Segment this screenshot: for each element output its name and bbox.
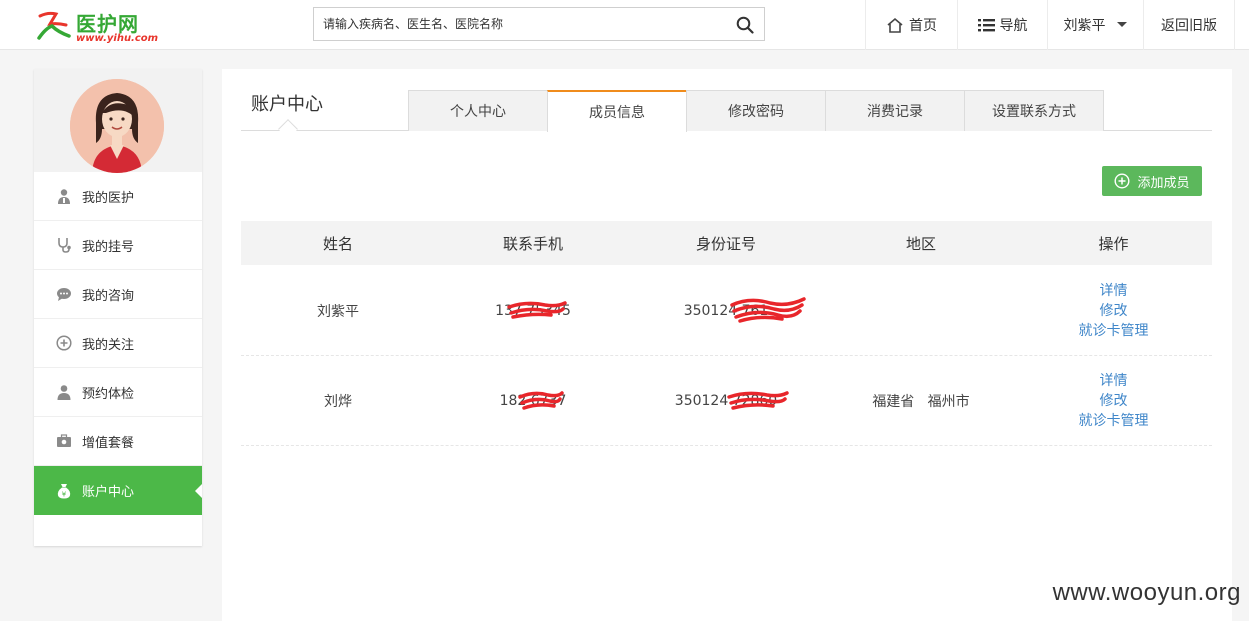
page-title: 账户中心 bbox=[251, 94, 323, 115]
edit-link[interactable]: 修改 bbox=[1061, 301, 1166, 321]
table-row: 刘紫平 137 75345 350124 761 详情 修改 就诊卡管理 bbox=[241, 266, 1212, 356]
member-phone-cell: 182 6737 bbox=[473, 390, 593, 410]
sidebar-item-registration[interactable]: 我的挂号 bbox=[34, 221, 202, 270]
edit-link[interactable]: 修改 bbox=[1061, 391, 1166, 411]
tab-change-password[interactable]: 修改密码 bbox=[686, 90, 826, 131]
medkit-icon bbox=[56, 433, 72, 449]
member-id-cell: 350124 761 bbox=[641, 296, 811, 323]
stethoscope-icon bbox=[56, 237, 72, 253]
sidebar-item-label: 预约体检 bbox=[82, 386, 135, 402]
col-phone: 联系手机 bbox=[502, 234, 563, 253]
sidebar-item-label: 我的咨询 bbox=[82, 288, 135, 304]
person-icon bbox=[56, 384, 72, 400]
nav-old-version-label: 返回旧版 bbox=[1161, 18, 1217, 34]
top-header: 医护网 www.yihu.com 首页 导航 刘紫平 返回旧版 bbox=[0, 0, 1249, 50]
member-phone: 182 6737 bbox=[499, 392, 567, 409]
sidebar-item-my-care[interactable]: 我的医护 bbox=[34, 172, 202, 221]
member-region: 福建省 福州市 bbox=[872, 393, 970, 410]
table-header: 姓名 联系手机 身份证号 地区 操作 bbox=[241, 221, 1212, 265]
sidebar-item-packages[interactable]: 增值套餐 bbox=[34, 417, 202, 466]
nav-home-label: 首页 bbox=[909, 18, 937, 34]
sidebar-item-label: 账户中心 bbox=[82, 485, 135, 500]
nav-user-menu[interactable]: 刘紫平 bbox=[1047, 0, 1143, 50]
tab-contact-settings[interactable]: 设置联系方式 bbox=[964, 90, 1104, 131]
money-bag-icon: ¥ bbox=[56, 483, 72, 499]
sidebar-item-account-center[interactable]: ¥ 账户中心 bbox=[34, 466, 202, 515]
details-link[interactable]: 详情 bbox=[1061, 281, 1166, 301]
avatar[interactable] bbox=[70, 79, 164, 173]
col-name: 姓名 bbox=[322, 234, 353, 253]
search-input[interactable] bbox=[314, 8, 714, 40]
watermark: www.wooyun.org bbox=[1052, 579, 1241, 606]
plus-circle-icon bbox=[56, 335, 72, 351]
sidebar-item-label: 我的挂号 bbox=[82, 239, 135, 255]
search-box bbox=[313, 7, 765, 41]
member-id-card: 350124 761 bbox=[683, 302, 769, 319]
member-id-card: 350124 72860 bbox=[674, 392, 778, 409]
home-icon bbox=[887, 17, 903, 33]
card-management-link[interactable]: 就诊卡管理 bbox=[1061, 321, 1166, 341]
user-avatar-icon bbox=[70, 79, 164, 173]
member-name: 刘紫平 bbox=[317, 303, 359, 320]
sidebar-item-checkup[interactable]: 预约体检 bbox=[34, 368, 202, 417]
sidebar: 我的医护 我的挂号 我的咨询 我的关注 预约体检 增值套餐 ¥ 账户中心 bbox=[34, 69, 202, 546]
member-phone: 137 75345 bbox=[495, 302, 571, 319]
sidebar-item-consult[interactable]: 我的咨询 bbox=[34, 270, 202, 319]
doctor-icon bbox=[56, 188, 72, 204]
caret-down-icon bbox=[1116, 22, 1127, 27]
main-panel: 账户中心 个人中心 成员信息 修改密码 消费记录 设置联系方式 添加成员 姓名 … bbox=[222, 69, 1232, 621]
tab-member-info[interactable]: 成员信息 bbox=[547, 90, 687, 132]
chat-icon bbox=[56, 286, 72, 302]
member-name: 刘烨 bbox=[324, 393, 352, 410]
nav-guide[interactable]: 导航 bbox=[957, 0, 1047, 50]
tab-personal-center[interactable]: 个人中心 bbox=[408, 90, 548, 131]
sidebar-item-follow[interactable]: 我的关注 bbox=[34, 319, 202, 368]
logo-url: www.yihu.com bbox=[76, 33, 159, 44]
svg-text:¥: ¥ bbox=[62, 490, 67, 498]
sidebar-item-label: 我的关注 bbox=[82, 337, 135, 353]
col-actions: 操作 bbox=[1098, 234, 1129, 253]
sidebar-item-label: 我的医护 bbox=[82, 190, 135, 206]
nav-user-label: 刘紫平 bbox=[1063, 18, 1106, 34]
row-actions: 详情 修改 就诊卡管理 bbox=[1061, 371, 1166, 431]
nav-home[interactable]: 首页 bbox=[865, 0, 957, 50]
card-management-link[interactable]: 就诊卡管理 bbox=[1061, 411, 1166, 431]
details-link[interactable]: 详情 bbox=[1061, 371, 1166, 391]
col-id-card: 身份证号 bbox=[695, 234, 756, 253]
list-icon bbox=[977, 19, 995, 32]
site-logo[interactable]: 医护网 www.yihu.com bbox=[36, 6, 166, 44]
table-row: 刘烨 182 6737 350124 72860 福建省 福州市 详情 修改 就… bbox=[241, 356, 1212, 446]
member-phone-cell: 137 75345 bbox=[473, 300, 593, 319]
row-actions: 详情 修改 就诊卡管理 bbox=[1061, 281, 1166, 341]
add-member-label: 添加成员 bbox=[1137, 175, 1190, 191]
member-id-cell: 350124 72860 bbox=[641, 390, 811, 410]
nav-guide-label: 导航 bbox=[999, 18, 1028, 34]
logo-mark-icon bbox=[37, 11, 71, 40]
avatar-area bbox=[34, 69, 202, 173]
tab-consumption-records[interactable]: 消费记录 bbox=[825, 90, 965, 131]
title-caret bbox=[278, 119, 298, 139]
search-icon[interactable] bbox=[736, 16, 754, 34]
sidebar-item-label: 增值套餐 bbox=[82, 435, 135, 451]
add-member-button[interactable]: 添加成员 bbox=[1102, 166, 1202, 196]
nav-old-version[interactable]: 返回旧版 bbox=[1143, 0, 1235, 50]
plus-circle-icon bbox=[1114, 173, 1130, 189]
col-region: 地区 bbox=[905, 234, 936, 253]
